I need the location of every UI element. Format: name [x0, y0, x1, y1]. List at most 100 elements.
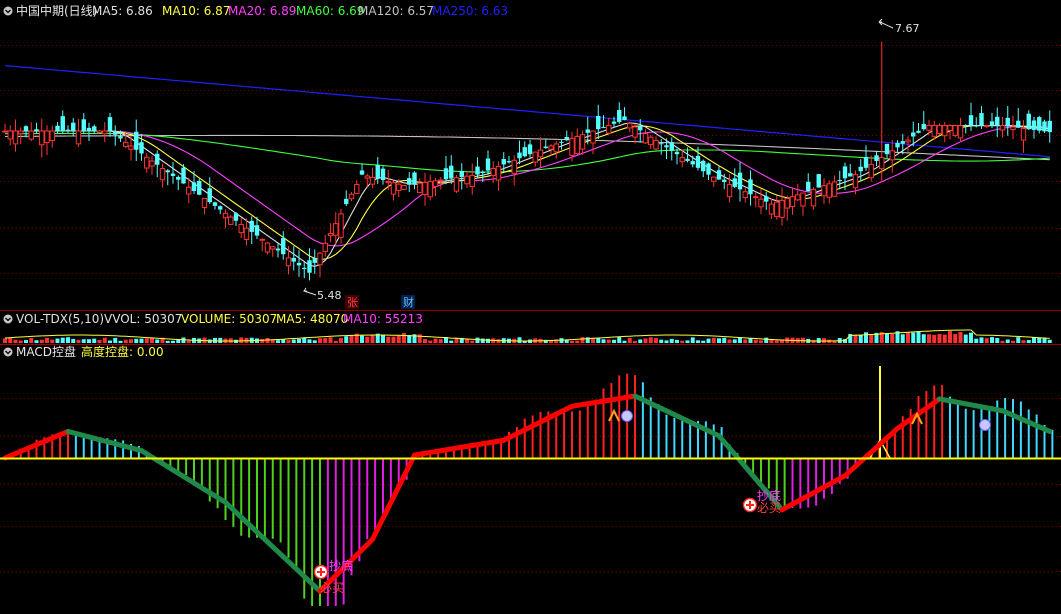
candle-body [7, 130, 13, 140]
volume-bar [34, 340, 39, 343]
volume-bar [711, 337, 716, 343]
candle-body [238, 223, 244, 234]
volume-bar [706, 338, 711, 343]
candle-body [952, 125, 958, 136]
volume-bar [932, 334, 937, 343]
candle-body [559, 141, 564, 143]
candle-body [39, 130, 45, 146]
candle-body [453, 177, 460, 192]
event-label: 张 [347, 296, 358, 309]
candle-body [96, 130, 103, 134]
candle-body [622, 116, 627, 121]
volume-bar [958, 332, 963, 343]
candle-body [1010, 126, 1016, 130]
ma-labels: MA5: 6.86 MA10: 6.87MA20: 6.89 MA60: 6.69M… [92, 4, 508, 18]
candle-body [86, 127, 92, 132]
volume-bar [643, 338, 648, 343]
candle-body [517, 152, 522, 159]
candle-body [974, 125, 979, 127]
candle-body [1047, 120, 1052, 133]
candle-body [543, 146, 548, 149]
candle-body [664, 145, 669, 148]
volume-bar [1000, 340, 1005, 343]
volume-bar [890, 334, 895, 343]
volume-bar [1011, 340, 1015, 343]
candle-body [28, 130, 34, 140]
candle-body [118, 136, 123, 139]
volume-bar [659, 339, 664, 343]
candle-body [837, 180, 842, 182]
volume-bar [55, 338, 60, 343]
volume-bar [921, 334, 926, 343]
candle-body [123, 141, 129, 148]
candle-body [490, 167, 496, 177]
event-label-zhang[interactable]: 张 [345, 295, 359, 309]
collapse-icon[interactable] [3, 6, 13, 16]
candle-body [302, 267, 307, 270]
candle-body [475, 166, 480, 175]
ma5-line [5, 122, 1050, 267]
candle-body [44, 130, 50, 144]
candle-body [564, 137, 569, 141]
volume-bar [748, 338, 753, 343]
volume-bar [648, 337, 653, 343]
ma-label: MA250: 6.63 [432, 4, 508, 18]
candle-body [916, 130, 921, 133]
candle-body [742, 191, 748, 199]
volume-bar [402, 333, 406, 343]
candle-body [176, 176, 181, 180]
volume-bars [3, 329, 1052, 343]
volume-bar [66, 337, 70, 343]
volume-bar [108, 340, 112, 343]
low-value-label: 5.48 [317, 289, 342, 302]
candle-body [1042, 121, 1047, 132]
volume-bar [87, 339, 91, 343]
candle-body [281, 238, 286, 255]
candle-body [889, 150, 895, 161]
candle-body [574, 135, 580, 154]
volume-bar [1042, 338, 1047, 343]
volume-bar [764, 337, 769, 343]
candle-body [579, 134, 586, 150]
volume-label: VOLUME: 50307 [181, 312, 277, 326]
candle-body [296, 262, 302, 266]
candle-body [848, 173, 853, 177]
volume-bar [664, 340, 669, 343]
candle-body [149, 160, 155, 167]
collapse-icon[interactable] [3, 314, 13, 324]
volume-bar [18, 340, 23, 343]
candle-body [936, 125, 943, 134]
event-label-cai[interactable]: 财 [401, 295, 415, 309]
candle-body [695, 155, 701, 168]
volume-bar [869, 334, 874, 343]
candle-body [569, 137, 575, 156]
ma250-line [4, 65, 1050, 158]
high-value-label: 7.67 [895, 22, 920, 35]
candle-body [191, 182, 197, 191]
candle-body [553, 143, 559, 153]
candle-body [506, 161, 512, 163]
candle-body [2, 130, 8, 133]
volume-bar [365, 336, 370, 343]
volume-label: MA10: 55213 [343, 312, 423, 326]
candle-body [107, 117, 113, 132]
candle-body [354, 183, 360, 194]
volume-bar [617, 337, 622, 343]
macd-line-segment [1042, 426, 1053, 434]
candle-body [999, 125, 1006, 131]
shield-icon [621, 410, 633, 422]
candle-body [884, 143, 890, 155]
volume-bar [1026, 340, 1031, 343]
candle-body [979, 113, 984, 126]
collapse-icon[interactable] [3, 347, 13, 357]
macd-subtitle: 高度控盘: 0.00 [81, 344, 164, 359]
volume-bar [470, 340, 475, 343]
volume-labels: VOL-TDX(5,10) VVOL: 50307VOLUME: 50307MA5… [16, 312, 423, 326]
candle-body [800, 192, 806, 207]
volume-bar [675, 339, 679, 343]
volume-bar [606, 339, 611, 343]
candle-body [638, 125, 643, 131]
low-marker: 5.48 [303, 287, 342, 302]
candle-body [181, 167, 186, 184]
candle-body [737, 172, 743, 190]
